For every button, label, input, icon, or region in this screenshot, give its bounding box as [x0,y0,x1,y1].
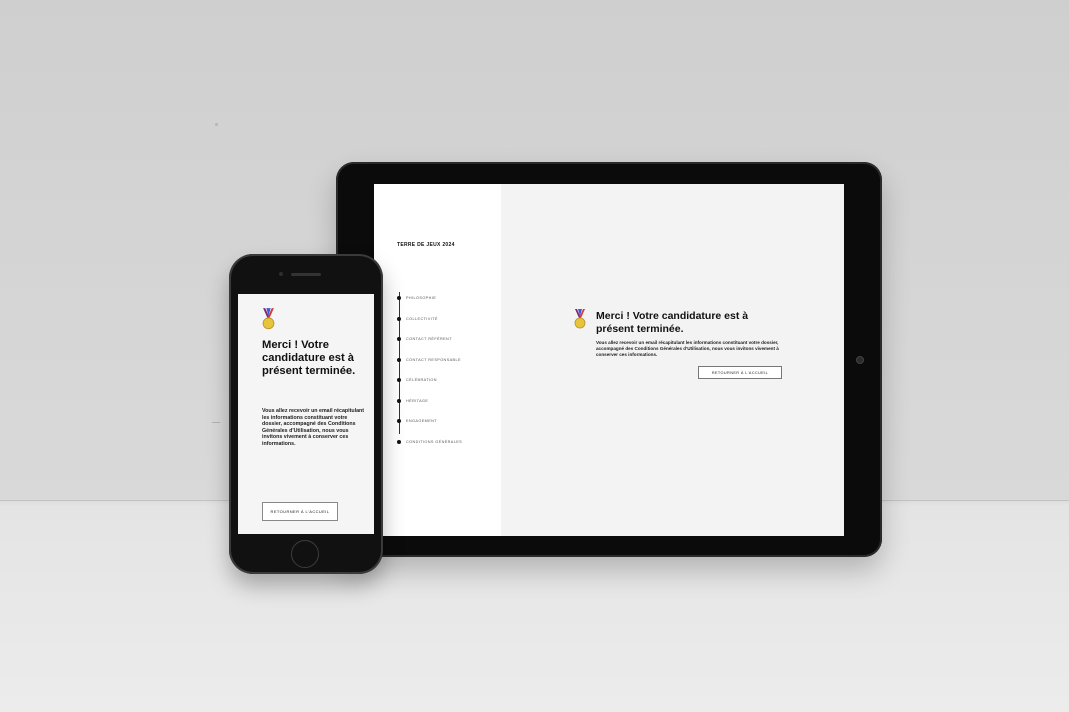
return-home-button[interactable]: RETOURNER À L'ACCUEIL [262,502,338,521]
brand-title: TERRE DE JEUX 2024 [397,242,455,248]
sidebar-nav: PHILOSOPHIE COLLECTIVITÉ CONTACT RÉFÉREN… [397,288,462,452]
nav-item-label: CONTACT RESPONSABLE [406,357,461,362]
wall-mark [212,422,220,423]
nav-item-heritage[interactable]: HÉRITAGE [397,391,462,412]
nav-item-label: CÉLÉBRATION [406,378,437,383]
tablet-device: TERRE DE JEUX 2024 PHILOSOPHIE COLLECTIV… [336,162,882,557]
nav-item-label: COLLECTIVITÉ [406,316,438,321]
phone-device: Merci ! Votre candidature est à présent … [229,254,383,574]
nav-item-label: CONTACT RÉFÉRENT [406,337,452,342]
step-dot-icon [397,439,401,444]
medal-icon [262,308,275,330]
step-dot-icon [397,419,401,424]
confirmation-message: Vous allez recevoir un email récapitulan… [262,408,365,447]
nav-item-label: PHILOSOPHIE [406,296,437,301]
nav-item-label: HÉRITAGE [406,398,429,403]
camera-icon [279,272,283,276]
nav-item-philosophie[interactable]: PHILOSOPHIE [397,288,462,309]
wall-mark [215,123,218,126]
confirmation-title: Merci ! Votre candidature est à présent … [262,339,356,377]
speaker-grille [291,273,321,276]
confirmation-panel: Merci ! Votre candidature est à présent … [574,309,786,380]
nav-item-celebration[interactable]: CÉLÉBRATION [397,370,462,391]
step-dot-icon [397,378,401,383]
tablet-home-button [856,356,864,364]
nav-item-contact-referent[interactable]: CONTACT RÉFÉRENT [397,329,462,350]
nav-item-engagement[interactable]: ENGAGEMENT [397,411,462,432]
confirmation-title: Merci ! Votre candidature est à présent … [596,310,749,335]
phone-home-button [291,540,319,568]
sidebar: TERRE DE JEUX 2024 PHILOSOPHIE COLLECTIV… [374,184,501,536]
nav-item-label: ENGAGEMENT [406,419,438,424]
step-dot-icon [397,296,401,301]
step-dot-icon [397,398,401,403]
nav-item-collectivite[interactable]: COLLECTIVITÉ [397,309,462,330]
nav-item-conditions-generales[interactable]: CONDITIONS GÉNÉRALES [397,432,462,453]
nav-item-contact-responsable[interactable]: CONTACT RESPONSABLE [397,350,462,371]
confirmation-message: Vous allez recevoir un email récapitulan… [596,340,779,357]
main-content: Merci ! Votre candidature est à présent … [501,184,844,536]
tablet-screen: TERRE DE JEUX 2024 PHILOSOPHIE COLLECTIV… [374,184,844,536]
step-dot-icon [397,357,401,362]
medal-icon [574,309,586,329]
nav-item-label: CONDITIONS GÉNÉRALES [406,439,463,444]
phone-screen: Merci ! Votre candidature est à présent … [238,294,374,534]
step-dot-icon [397,316,401,321]
return-home-button[interactable]: RETOURNER À L'ACCUEIL [698,366,782,380]
step-dot-icon [397,337,401,342]
